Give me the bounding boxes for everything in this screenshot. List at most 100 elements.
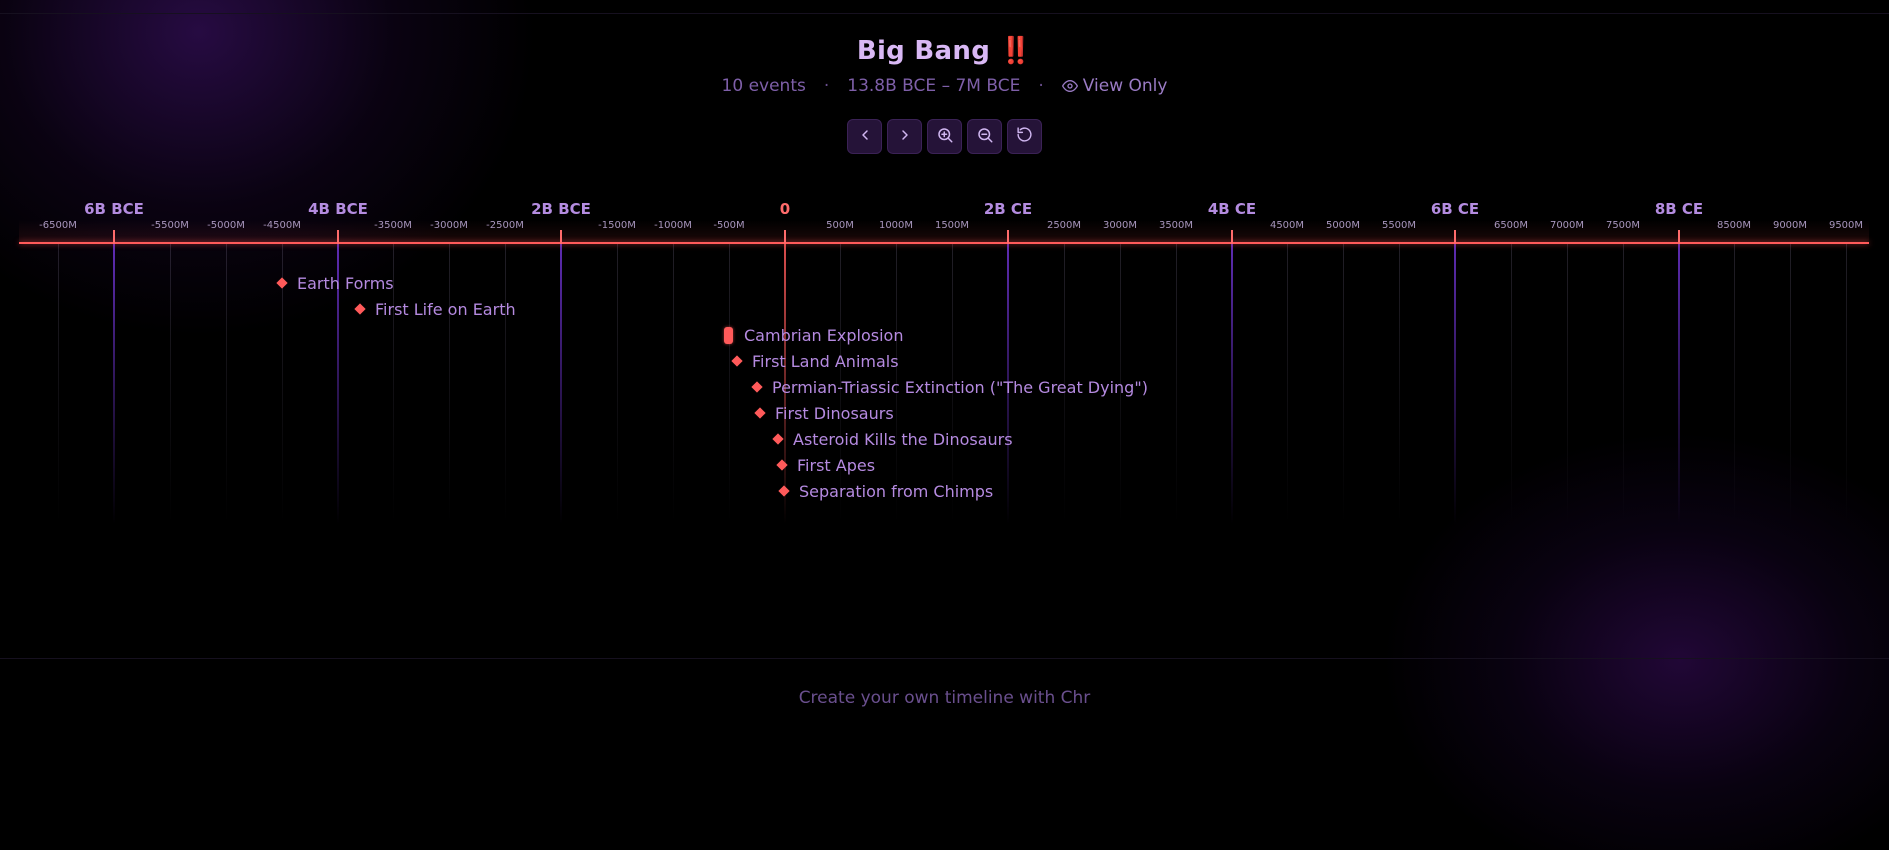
axis-tick-major xyxy=(337,230,339,244)
event-marker-range xyxy=(724,326,733,344)
axis-tick-major xyxy=(1007,230,1009,244)
grid-line-major xyxy=(1454,244,1456,524)
event-marker-diamond xyxy=(754,407,766,419)
grid-line xyxy=(170,244,171,524)
axis-minor-label: -1500M xyxy=(598,220,636,231)
grid-line xyxy=(1287,244,1288,524)
event-marker-diamond xyxy=(776,459,788,471)
grid-line xyxy=(673,244,674,524)
timeline-event[interactable]: Separation from Chimps xyxy=(778,480,993,502)
timeline-event[interactable]: Earth Forms xyxy=(276,272,394,294)
date-range: 13.8B BCE – 7M BCE xyxy=(847,76,1021,96)
axis-minor-label: 5000M xyxy=(1325,220,1361,231)
grid-line xyxy=(1176,244,1177,524)
prev-button[interactable] xyxy=(847,119,882,154)
axis-major-label: 4B BCE xyxy=(308,200,368,218)
grid-line xyxy=(1623,244,1624,524)
timeline-event[interactable]: First Land Animals xyxy=(731,350,899,372)
zoom-in-button[interactable] xyxy=(927,119,962,154)
event-marker-diamond xyxy=(731,355,743,367)
grid-line xyxy=(226,244,227,524)
timeline-controls xyxy=(847,119,1042,154)
axis-minor-label: -4500M xyxy=(263,220,301,231)
axis-minor-label: 500M xyxy=(826,220,854,231)
axis-minor-label: 6500M xyxy=(1493,220,1529,231)
axis-tick-major xyxy=(1231,230,1233,244)
axis-minor-label: -6500M xyxy=(39,220,77,231)
event-marker-diamond xyxy=(778,485,790,497)
separator-dot: · xyxy=(1038,76,1044,96)
grid-line-major xyxy=(1231,244,1233,524)
axis-minor-label: 3000M xyxy=(1102,220,1138,231)
axis-tick-major xyxy=(560,230,562,244)
axis-minor-label: 1500M xyxy=(934,220,970,231)
axis-major-label: 8B CE xyxy=(1654,200,1704,218)
axis-minor-label: 9000M xyxy=(1772,220,1808,231)
footer-cta[interactable]: Create your own timeline with Chr xyxy=(0,688,1889,708)
axis-minor-label: -3000M xyxy=(430,220,468,231)
axis-minor-label: 7500M xyxy=(1605,220,1641,231)
timeline-axis xyxy=(19,242,1869,244)
grid-line xyxy=(58,244,59,524)
zoom-out-icon xyxy=(976,126,994,148)
next-button[interactable] xyxy=(887,119,922,154)
event-marker-diamond xyxy=(354,303,366,315)
zoom-out-button[interactable] xyxy=(967,119,1002,154)
grid-line xyxy=(505,244,506,524)
event-label: Asteroid Kills the Dinosaurs xyxy=(793,429,1013,449)
event-marker-diamond xyxy=(276,277,288,289)
axis-minor-label: -500M xyxy=(713,220,745,231)
reset-view-button[interactable] xyxy=(1007,119,1042,154)
grid-line-major xyxy=(1678,244,1680,524)
event-label: First Dinosaurs xyxy=(775,403,894,423)
axis-minor-label: 9500M xyxy=(1828,220,1864,231)
axis-major-label: 2B CE xyxy=(983,200,1033,218)
event-label: First Land Animals xyxy=(752,351,899,371)
grid-line xyxy=(1790,244,1791,524)
chevron-left-icon xyxy=(857,127,873,147)
event-label: Cambrian Explosion xyxy=(744,325,904,345)
separator-dot: · xyxy=(823,76,830,96)
timeline-event[interactable]: First Life on Earth xyxy=(354,298,516,320)
grid-line-major xyxy=(560,244,562,524)
axis-major-label: 6B BCE xyxy=(84,200,144,218)
timeline-event[interactable]: First Apes xyxy=(776,454,875,476)
timeline-event[interactable]: Asteroid Kills the Dinosaurs xyxy=(772,428,1013,450)
timeline-meta: 10 events · 13.8B BCE – 7M BCE · View Only xyxy=(0,76,1889,99)
axis-minor-label: 1000M xyxy=(878,220,914,231)
eye-icon xyxy=(1061,78,1078,99)
axis-major-label: 2B BCE xyxy=(531,200,591,218)
axis-minor-label: -1000M xyxy=(654,220,692,231)
event-label: Permian-Triassic Extinction ("The Great … xyxy=(772,377,1148,397)
timeline-event[interactable]: Cambrian Explosion xyxy=(724,324,903,346)
axis-tick-major xyxy=(784,230,786,244)
timeline-event[interactable]: Permian-Triassic Extinction ("The Great … xyxy=(751,376,1148,398)
axis-tick-major xyxy=(1454,230,1456,244)
grid-line xyxy=(1846,244,1847,524)
event-label: Separation from Chimps xyxy=(799,481,994,501)
zoom-in-icon xyxy=(936,126,954,148)
timeline-event[interactable]: First Dinosaurs xyxy=(754,402,894,424)
axis-minor-label: 4500M xyxy=(1269,220,1305,231)
axis-minor-label: 7000M xyxy=(1549,220,1585,231)
axis-major-label: 4B CE xyxy=(1207,200,1257,218)
timeline-canvas[interactable]: 6B BCE 4B BCE 2B BCE 0 2B CE 4B CE 6B CE… xyxy=(0,190,1889,530)
event-marker-diamond xyxy=(772,433,784,445)
grid-line xyxy=(617,244,618,524)
axis-major-label: 6B CE xyxy=(1430,200,1480,218)
rotate-ccw-icon xyxy=(1016,126,1033,147)
grid-line xyxy=(449,244,450,524)
grid-line xyxy=(1399,244,1400,524)
axis-minor-label: 8500M xyxy=(1716,220,1752,231)
axis-minor-label: -2500M xyxy=(486,220,524,231)
event-label: Earth Forms xyxy=(297,273,394,293)
axis-minor-label: 2500M xyxy=(1046,220,1082,231)
axis-major-label-zero: 0 xyxy=(779,200,791,218)
event-marker-diamond xyxy=(751,381,763,393)
axis-minor-label: -5000M xyxy=(207,220,245,231)
grid-line xyxy=(729,244,730,524)
page-title: Big Bang ‼️ xyxy=(856,36,1033,66)
event-label: First Life on Earth xyxy=(375,299,516,319)
grid-line-major xyxy=(113,244,115,524)
grid-line xyxy=(1734,244,1735,524)
